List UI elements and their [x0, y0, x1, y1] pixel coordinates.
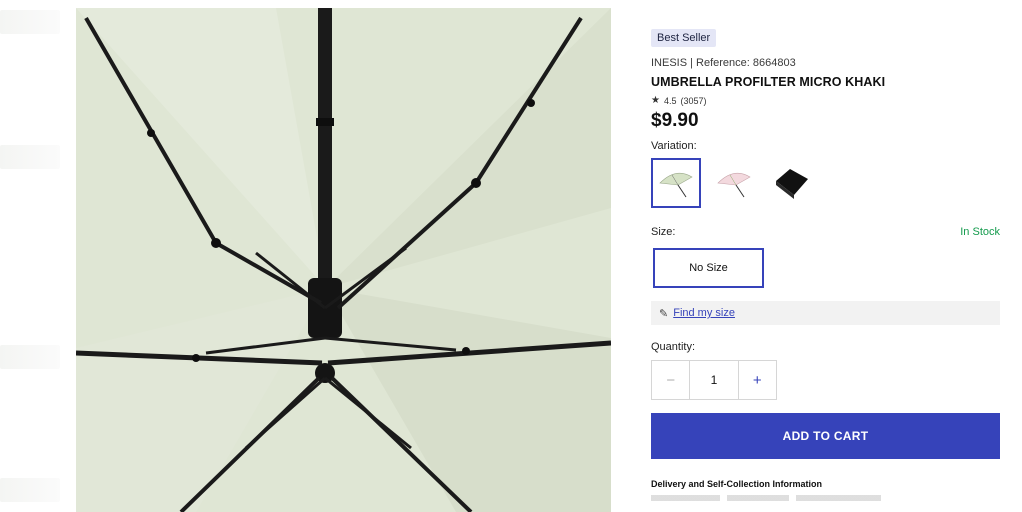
umbrella-black-icon: [776, 169, 808, 199]
variation-swatches: [651, 158, 1000, 208]
product-rating[interactable]: ★ 4.5 (3057): [651, 95, 1000, 106]
quantity-input[interactable]: 1: [689, 361, 739, 399]
rating-count: (3057): [680, 95, 707, 106]
thumbnail[interactable]: [0, 345, 60, 369]
best-seller-badge: Best Seller: [651, 29, 717, 47]
product-price: $9.90: [651, 110, 699, 131]
delivery-info-text: [651, 495, 881, 501]
size-option-button[interactable]: No Size: [653, 248, 764, 288]
star-icon: ★: [651, 95, 660, 106]
product-image[interactable]: [76, 8, 611, 512]
pencil-icon: ✎: [659, 307, 669, 320]
thumbnail-strip: [0, 0, 64, 512]
umbrella-illustration: [76, 8, 611, 512]
quantity-decrease-button[interactable]: −: [652, 361, 689, 399]
quantity-label: Quantity:: [651, 341, 696, 353]
size-label: Size:: [651, 226, 676, 238]
variation-swatch-black[interactable]: [767, 158, 817, 208]
rating-value: 4.5: [663, 95, 677, 106]
thumbnail[interactable]: [0, 10, 60, 34]
umbrella-khaki-icon: [659, 172, 693, 198]
variation-swatch-khaki[interactable]: [651, 158, 701, 208]
thumbnail[interactable]: [0, 478, 60, 502]
variation-label: Variation:: [651, 140, 697, 152]
brand-reference: INESIS | Reference: 8664803: [651, 57, 796, 69]
add-to-cart-button[interactable]: ADD TO CART: [651, 413, 1000, 459]
product-title: UMBRELLA PROFILTER MICRO KHAKI: [651, 75, 886, 89]
delivery-info-heading: Delivery and Self-Collection Information: [651, 479, 823, 489]
find-size-bar: ✎ Find my size: [651, 301, 1000, 325]
stock-status: In Stock: [960, 226, 1000, 238]
thumbnail[interactable]: [0, 145, 60, 169]
quantity-increase-button[interactable]: +: [739, 361, 776, 399]
quantity-stepper: − 1 +: [651, 360, 777, 400]
product-details: Best Seller INESIS | Reference: 8664803 …: [651, 28, 1000, 501]
umbrella-pink-icon: [717, 172, 751, 198]
find-my-size-link[interactable]: Find my size: [673, 307, 735, 319]
size-row: Size: In Stock: [651, 226, 1000, 238]
variation-swatch-pink[interactable]: [709, 158, 759, 208]
